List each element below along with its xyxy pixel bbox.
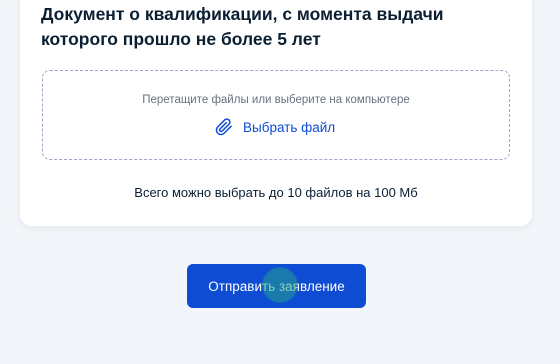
- file-limit-note: Всего можно выбрать до 10 файлов на 100 …: [134, 185, 418, 200]
- submit-application-button[interactable]: Отправить заявление: [187, 264, 366, 308]
- section-title: Документ о квалификации, с момента выдач…: [41, 4, 444, 49]
- choose-file-label: Выбрать файл: [243, 119, 336, 135]
- dropzone-hint: Перетащите файлы или выберите на компьют…: [142, 94, 410, 106]
- file-dropzone[interactable]: Перетащите файлы или выберите на компьют…: [42, 70, 510, 160]
- paperclip-icon: [215, 118, 233, 136]
- document-upload-card: Документ о квалификации, с момента выдач…: [20, 0, 532, 226]
- submit-button-label: Отправить заявление: [208, 278, 345, 294]
- choose-file-link[interactable]: Выбрать файл: [215, 118, 335, 136]
